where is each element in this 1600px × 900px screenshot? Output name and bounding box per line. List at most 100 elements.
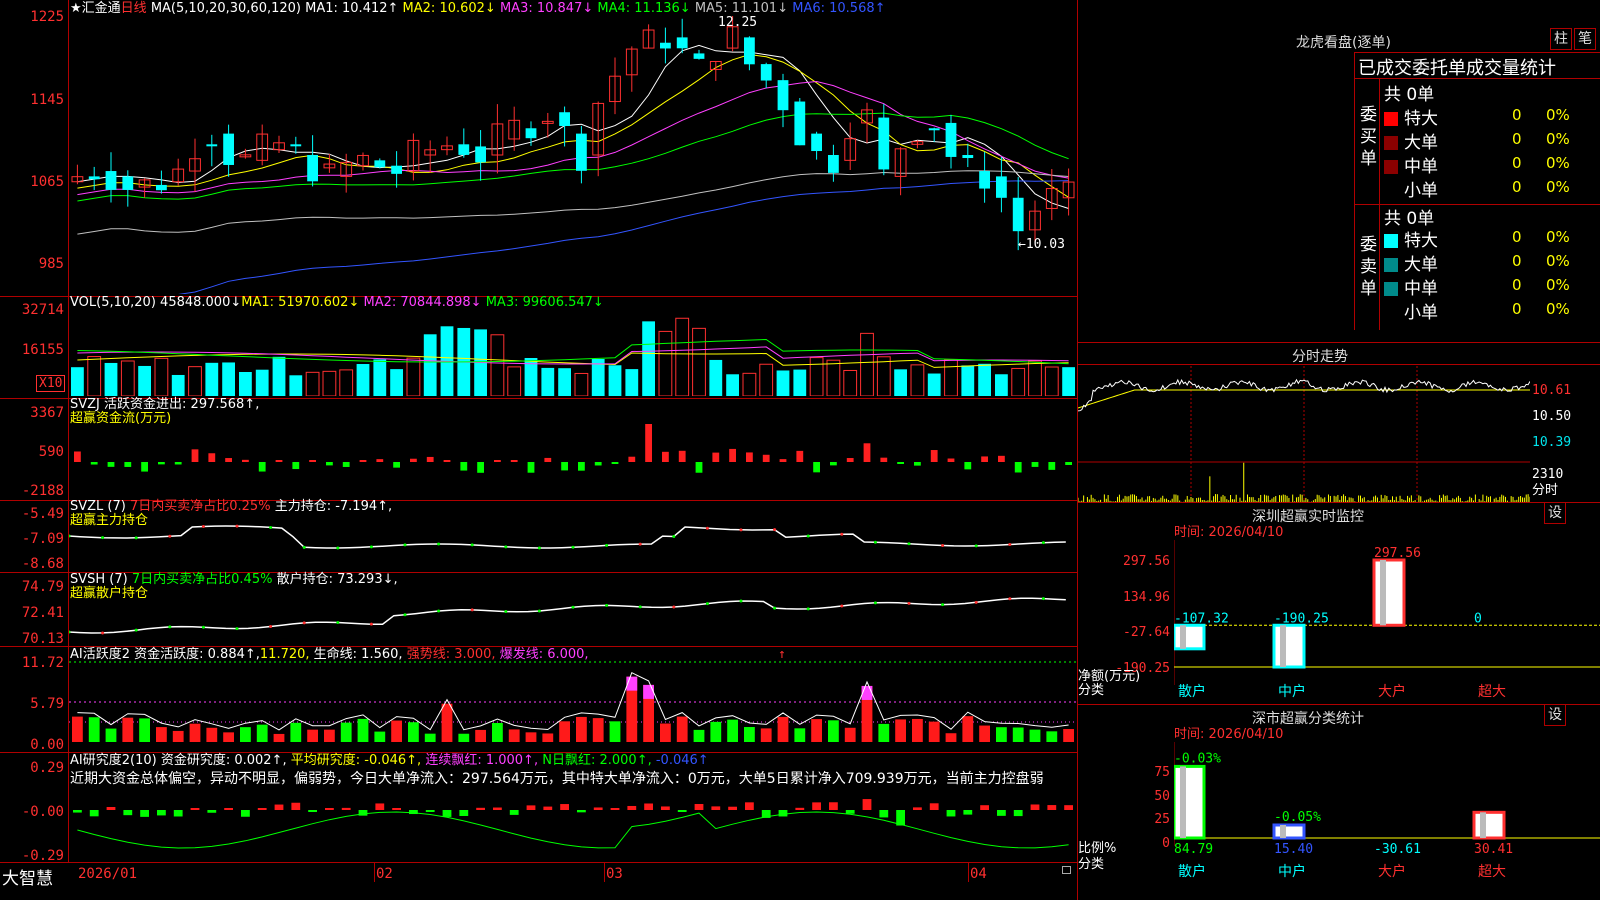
research-bar — [610, 808, 620, 810]
candle-body — [693, 53, 705, 59]
ss-category-label: 超大 — [1478, 864, 1506, 880]
activity-bar — [928, 721, 940, 742]
ss-settings-button[interactable]: 设 — [1544, 704, 1566, 726]
column-view-button[interactable]: 柱 — [1550, 28, 1572, 50]
sz-settings-button[interactable]: 设 — [1544, 502, 1566, 524]
volume-chart — [71, 317, 1075, 396]
activity-bar — [88, 717, 100, 742]
ai2-tick: -0.29 — [21, 848, 64, 864]
line-dot — [504, 610, 508, 614]
flow-bar — [578, 462, 585, 471]
flow-bar — [124, 462, 132, 467]
ai2-header: AI研究度2(10) — [70, 753, 157, 768]
svsh-value: 散户持仓: 73.293↓, — [276, 572, 398, 587]
period-label[interactable]: 日线 — [121, 1, 147, 16]
ss-value-label: 15.40 — [1274, 842, 1313, 857]
volume-bar — [860, 332, 874, 396]
line-dot — [168, 625, 172, 629]
flow-bar — [191, 449, 199, 462]
sz-y-tick: 134.96 — [1123, 590, 1170, 605]
activity-bar — [676, 716, 688, 742]
candlestick-chart — [71, 16, 1075, 294]
volume-bar — [322, 370, 337, 396]
volume-bar — [776, 370, 790, 396]
svzj-flow-chart — [74, 424, 1072, 473]
main-chart-area[interactable]: ★汇金通日线 MA(5,10,20,30,60,120) MA1: 10.412… — [0, 0, 1078, 900]
research-bar — [1047, 805, 1057, 810]
volume-bar — [726, 374, 739, 396]
volume-bar — [558, 368, 571, 396]
ss-category-label: 中户 — [1278, 863, 1306, 880]
candle-body — [391, 165, 402, 174]
volume-bar — [373, 359, 387, 396]
flow-bar — [107, 462, 115, 467]
candle-body — [206, 144, 218, 147]
order-row-count: 0 — [1512, 178, 1522, 196]
svzj-tick: 590 — [38, 444, 64, 460]
ss-y-tick: 50 — [1154, 789, 1170, 804]
ai2-tick: -0.00 — [21, 804, 64, 820]
line-dot — [336, 621, 340, 625]
intraday-chart[interactable] — [1078, 366, 1530, 502]
candle-body — [811, 133, 822, 152]
date-label: 04 — [970, 866, 987, 882]
volume-bar — [406, 357, 421, 396]
volume-bar — [826, 359, 841, 396]
line-dot — [201, 524, 205, 528]
activity-bar — [1029, 729, 1041, 742]
date-label: 2026/01 — [78, 866, 138, 882]
lhb-title: 龙虎看盘(逐单) — [1296, 35, 1391, 51]
ma1-value: MA1: 10.412↑ — [305, 1, 399, 16]
activity-bar — [189, 723, 201, 742]
sz-value-label: 297.56 — [1374, 546, 1421, 561]
candle-body — [777, 80, 789, 111]
order-row: 中单 0 0% — [1384, 274, 1600, 299]
research-bar — [140, 810, 149, 817]
activity-bar — [912, 718, 923, 742]
ai2-nday: N日飘红: 2.000↑, — [542, 753, 652, 768]
legend-swatch — [1384, 112, 1398, 126]
flow-bar — [494, 460, 501, 462]
pen-view-button[interactable]: 笔 — [1574, 28, 1596, 50]
activity-bar — [139, 718, 150, 742]
volume-bar — [188, 366, 202, 396]
flow-bar — [729, 448, 736, 462]
line-dot — [705, 602, 709, 606]
volume-bar — [356, 364, 370, 396]
sz-x-label: 分类 — [1078, 683, 1105, 698]
research-bar — [123, 810, 133, 816]
volume-bar — [239, 371, 252, 396]
legend-swatch — [1384, 234, 1398, 248]
ss-value-label: 84.79 — [1174, 842, 1213, 857]
volume-bar — [104, 362, 118, 396]
flow-bar — [830, 462, 837, 466]
svzl-line-chart — [69, 524, 1066, 550]
legend-swatch — [1384, 136, 1398, 150]
research-bar — [661, 806, 670, 810]
sz-y-tick: -27.64 — [1123, 625, 1170, 640]
activity-bar — [1046, 731, 1058, 742]
activity-bar — [273, 733, 285, 742]
candle-body — [290, 144, 302, 147]
svzl-tick: -5.49 — [21, 506, 64, 522]
sz-category-label: 散户 — [1178, 683, 1206, 700]
volume-bar — [961, 365, 975, 396]
volume-bar — [423, 334, 437, 396]
flow-bar — [998, 455, 1005, 462]
activity-bar — [844, 727, 856, 742]
lock-icon[interactable] — [1062, 866, 1071, 874]
stock-name: ★汇金通 — [70, 1, 121, 16]
sz-value-label: -107.32 — [1174, 611, 1229, 626]
volume-bar — [658, 330, 673, 396]
line-dot — [403, 613, 407, 617]
ss-time: 时间: 2026/04/10 — [1174, 727, 1284, 742]
flow-bar — [158, 462, 165, 465]
research-bar — [929, 803, 939, 810]
svsh-tick: 72.41 — [21, 605, 64, 621]
sz-time: 时间: 2026/04/10 — [1174, 525, 1284, 540]
line-dot — [134, 628, 138, 632]
research-bar — [89, 810, 99, 817]
candle-body — [156, 184, 167, 191]
research-bar — [913, 807, 922, 810]
activity-bar — [895, 719, 906, 742]
